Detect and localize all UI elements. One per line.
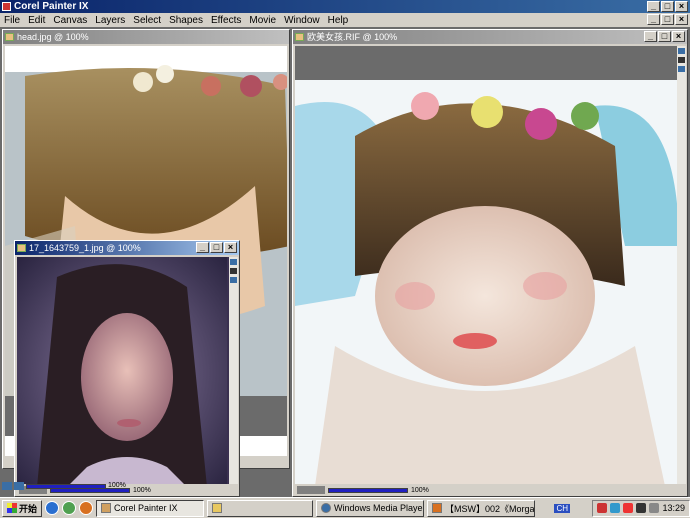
document-icon: [295, 33, 304, 41]
workspace: head.jpg @ 100% 17_1643759_1.jpg @ 100% …: [0, 27, 690, 497]
close-button[interactable]: ×: [672, 31, 685, 42]
tray-icon-4[interactable]: [636, 503, 647, 513]
tool-icons: [230, 259, 237, 283]
system-tray: 13:29: [592, 499, 690, 517]
navigator-icons[interactable]: [297, 486, 325, 494]
minimize-button[interactable]: _: [644, 31, 657, 42]
minimize-button[interactable]: _: [647, 1, 660, 12]
close-button[interactable]: ×: [675, 1, 688, 12]
zoom-slider[interactable]: [26, 484, 106, 489]
document-icon: [5, 33, 14, 41]
menu-layers[interactable]: Layers: [91, 15, 129, 26]
head-window-bottom-bar: 100%: [2, 482, 126, 490]
menu-movie[interactable]: Movie: [245, 15, 280, 26]
document-title-bar[interactable]: head.jpg @ 100%: [3, 30, 289, 44]
browser-icon: [432, 503, 443, 513]
start-button[interactable]: 开始: [2, 499, 43, 517]
tool-icons: [678, 48, 685, 72]
document-window-painting[interactable]: 欧美女孩.RIF @ 100% _ □ × 100%: [292, 29, 688, 497]
windows-flag-icon: [7, 503, 17, 513]
zoom-slider[interactable]: [328, 487, 408, 493]
menu-select[interactable]: Select: [129, 15, 165, 26]
maximize-button[interactable]: □: [210, 242, 223, 253]
painter-app-icon: [2, 2, 11, 11]
ime-indicator[interactable]: CH: [554, 503, 571, 513]
minimize-button[interactable]: _: [196, 242, 209, 253]
folder-icon: [212, 503, 223, 513]
media-quicklaunch-icon[interactable]: [62, 501, 77, 515]
app-title: Corel Painter IX: [14, 1, 89, 12]
menu-effects[interactable]: Effects: [207, 15, 245, 26]
volume-icon[interactable]: [649, 503, 660, 513]
zoom-level: 100%: [133, 486, 151, 494]
zoom-level: 100%: [411, 486, 429, 494]
task-corel-painter[interactable]: Corel Painter IX: [96, 499, 205, 517]
start-label: 开始: [19, 503, 38, 514]
ie-quicklaunch-icon[interactable]: [45, 501, 60, 515]
tray-icon-2[interactable]: [610, 503, 621, 513]
mdi-close-button[interactable]: ×: [675, 14, 688, 25]
firefox-quicklaunch-icon[interactable]: [79, 501, 94, 515]
clock: 13:29: [662, 503, 685, 513]
document-title: 欧美女孩.RIF @ 100%: [307, 32, 398, 42]
navigator-icon[interactable]: [2, 482, 12, 490]
close-button[interactable]: ×: [224, 242, 237, 253]
document-window-portrait[interactable]: 17_1643759_1.jpg @ 100% _ □ × 100%: [14, 240, 240, 497]
task-label: Corel Painter IX: [114, 503, 178, 513]
document-icon: [17, 244, 26, 252]
maximize-button[interactable]: □: [658, 31, 671, 42]
menu-shapes[interactable]: Shapes: [165, 15, 207, 26]
girl-painting: [295, 80, 677, 484]
task-label: 【MSW】002《Morgan ...: [445, 503, 536, 514]
menu-file[interactable]: File: [0, 15, 24, 26]
image-canvas[interactable]: [17, 257, 229, 484]
app-title-bar: Corel Painter IX _ □ ×: [0, 0, 690, 13]
menu-bar: File Edit Canvas Layers Select Shapes Ef…: [0, 13, 690, 27]
tray-icon-1[interactable]: [597, 503, 608, 513]
portrait-painting: [17, 257, 227, 484]
task-folder[interactable]: [207, 499, 314, 517]
document-title-bar[interactable]: 欧美女孩.RIF @ 100% _ □ ×: [293, 30, 687, 44]
grabber-icon[interactable]: [14, 482, 24, 490]
menu-canvas[interactable]: Canvas: [49, 15, 91, 26]
tray-icon-3[interactable]: [623, 503, 634, 513]
vertical-scrollbar[interactable]: [677, 46, 686, 484]
media-player-icon: [321, 503, 332, 513]
document-title: head.jpg @ 100%: [17, 32, 89, 42]
zoom-level: 100%: [108, 482, 126, 489]
painter-icon: [101, 503, 112, 513]
taskbar: 开始 Corel Painter IX Windows Media Player…: [0, 497, 690, 518]
image-canvas[interactable]: [295, 46, 677, 484]
menu-help[interactable]: Help: [324, 15, 353, 26]
task-media-player[interactable]: Windows Media Player: [316, 499, 425, 517]
menu-window[interactable]: Window: [280, 15, 324, 26]
vertical-scrollbar[interactable]: [229, 257, 238, 484]
mdi-restore-button[interactable]: □: [661, 14, 674, 25]
document-title: 17_1643759_1.jpg @ 100%: [29, 243, 141, 253]
document-title-bar[interactable]: 17_1643759_1.jpg @ 100% _ □ ×: [15, 241, 239, 255]
task-msw[interactable]: 【MSW】002《Morgan ...: [427, 499, 536, 517]
task-label: Windows Media Player: [334, 503, 425, 513]
menu-edit[interactable]: Edit: [24, 15, 49, 26]
mdi-minimize-button[interactable]: _: [647, 14, 660, 25]
restore-button[interactable]: □: [661, 1, 674, 12]
horizontal-scrollbar[interactable]: 100%: [295, 485, 677, 495]
